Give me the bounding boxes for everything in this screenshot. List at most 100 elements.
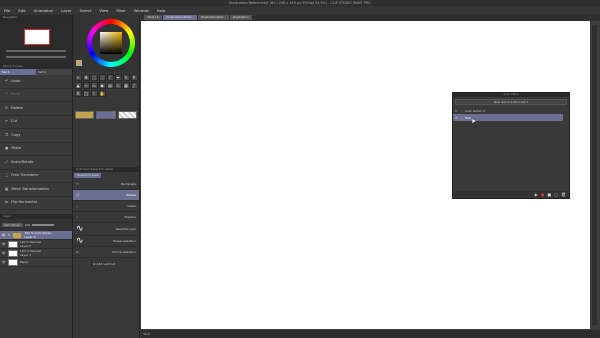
pencil-icon[interactable]: ✎ bbox=[122, 73, 130, 81]
main-color-chip[interactable] bbox=[76, 60, 82, 66]
subtool-lasso[interactable]: ◌ Lasso bbox=[73, 201, 139, 212]
trash-icon[interactable]: 🗑 bbox=[561, 192, 566, 197]
undo-icon: ↶ bbox=[5, 78, 9, 83]
canvas-tab[interactable]: Illustration(Ref... bbox=[198, 15, 229, 20]
chevron-right-icon[interactable]: › bbox=[461, 109, 462, 113]
saturation-square[interactable] bbox=[100, 32, 122, 54]
stop-icon[interactable]: ■ bbox=[547, 192, 551, 197]
subtool-selection-pen[interactable]: ∿ Selection pen bbox=[73, 223, 139, 236]
figure-icon[interactable]: ◇ bbox=[114, 81, 122, 89]
zoom-slider[interactable] bbox=[6, 50, 66, 52]
quick-access-undo[interactable]: ↶ Undo bbox=[0, 75, 72, 89]
fill-icon[interactable]: ◆ bbox=[98, 81, 106, 89]
layer-thumbnail bbox=[12, 231, 23, 239]
auto-action-item[interactable]: ☑ › Test bbox=[453, 114, 563, 121]
layer-row[interactable]: 👁 100 % Normal Layer 1 bbox=[0, 249, 72, 258]
auto-action-toolbar: ▶ ● ■ ▢ 🗑 bbox=[453, 191, 569, 198]
opacity-value[interactable]: 100 bbox=[25, 223, 31, 227]
subtool-erase-selection[interactable]: ∿ Erase selection bbox=[73, 236, 139, 247]
zoom-value[interactable]: 33.3 bbox=[143, 332, 150, 336]
quick-access-copy[interactable]: ❐ Copy bbox=[0, 129, 72, 143]
polyline-icon: ⟋ bbox=[76, 215, 79, 219]
transparent-swatch[interactable] bbox=[117, 111, 137, 119]
menu-window[interactable]: Window bbox=[134, 8, 149, 13]
new-action-icon[interactable]: ▢ bbox=[554, 192, 558, 197]
menu-help[interactable]: Help bbox=[157, 8, 166, 13]
zoom-icon[interactable]: ⌕ bbox=[74, 73, 82, 81]
main-color-swatch[interactable] bbox=[75, 111, 95, 119]
layer-row[interactable]: 👁 100 % Normal Layer 2 bbox=[0, 240, 72, 249]
checkbox-icon[interactable]: ☑ bbox=[455, 116, 458, 120]
vertical-scrollbar[interactable] bbox=[592, 25, 597, 325]
rotate-slider[interactable] bbox=[6, 56, 66, 58]
quick-access-set-2[interactable]: Set 2 bbox=[36, 69, 72, 75]
stroke-icon: ∿ bbox=[76, 236, 84, 246]
quick-access-delete[interactable]: ✕ Delete bbox=[0, 102, 72, 116]
tool-property-tabs: Selection area bbox=[73, 172, 139, 179]
text-icon[interactable]: A bbox=[74, 89, 82, 97]
blend-icon[interactable]: ≈ bbox=[82, 81, 90, 89]
menu-animation[interactable]: Animation bbox=[34, 8, 53, 13]
canvas-tab[interactable]: Illust (1) bbox=[144, 15, 163, 20]
correct-line-icon[interactable]: ⌇ bbox=[90, 89, 98, 97]
quick-access-cut[interactable]: ✂ Cut bbox=[0, 116, 72, 129]
tool-palette: ⌕ ✥ ⬚ ◌ ⁄ ✒ ✎ ♆ ▲ ≈ ▭ ◆ ▤ ◇ ▦ ╱ A ◯ ⌇ ✋ bbox=[73, 72, 139, 109]
layer-thumbnail bbox=[7, 258, 18, 266]
auto-action-header[interactable]: Auto Action bbox=[453, 93, 569, 97]
ruler-icon[interactable]: ╱ bbox=[130, 81, 138, 89]
chevron-right-icon[interactable]: › bbox=[461, 116, 462, 120]
menu-select[interactable]: Select bbox=[80, 8, 92, 13]
quick-access-flip[interactable]: ⇋ Flip Horizontal bbox=[0, 197, 72, 210]
layer-name: Layer 3 bbox=[24, 235, 36, 239]
canvas-tab[interactable]: Illustration(Refer... bbox=[163, 15, 198, 20]
play-icon[interactable]: ▶ bbox=[535, 192, 538, 197]
tab-selection-area[interactable]: Selection area bbox=[74, 173, 102, 178]
eye-icon[interactable]: 👁 bbox=[2, 260, 6, 264]
layer-row[interactable]: 👁 Paper bbox=[0, 258, 72, 267]
subtool-rectangle[interactable]: ▭ Rectangle bbox=[73, 179, 139, 190]
quick-access-mesh[interactable]: ▦ Mesh Transformation bbox=[0, 183, 72, 197]
blend-mode-select[interactable]: Add (Glow) bbox=[2, 223, 23, 227]
lasso-icon: ◌ bbox=[76, 204, 79, 208]
menu-filter[interactable]: Filter bbox=[116, 8, 125, 13]
menu-file[interactable]: File bbox=[4, 8, 10, 13]
subtool-ellipse[interactable]: ◯ Ellipse bbox=[73, 190, 139, 201]
layer-row[interactable]: 👁 ✎ 100 % Add (Glow) Layer 3 bbox=[0, 231, 72, 240]
subtool-shrink-selection[interactable]: ⊡ Shrink selection bbox=[73, 247, 139, 258]
menu-view[interactable]: View bbox=[99, 8, 108, 13]
layer-name: Layer 1 bbox=[19, 253, 32, 257]
delete-icon: ✕ bbox=[5, 105, 9, 110]
menu-edit[interactable]: Edit bbox=[18, 8, 25, 13]
add-subtool-button[interactable]: ⊕ Add sub tool bbox=[73, 258, 139, 266]
hand-icon[interactable]: ✋ bbox=[98, 89, 106, 97]
quick-access-scale-rotate[interactable]: ⤢ Scale/Rotate bbox=[0, 156, 72, 170]
auto-action-item[interactable]: ☑ › Auto action 1 bbox=[453, 107, 569, 114]
balloon-icon[interactable]: ◯ bbox=[82, 89, 90, 97]
eraser-icon[interactable]: ▭ bbox=[90, 81, 98, 89]
navigator-preview[interactable] bbox=[24, 29, 50, 45]
pen-icon[interactable]: ✒ bbox=[114, 73, 122, 81]
ellipse-icon: ◯ bbox=[76, 193, 80, 197]
opacity-slider[interactable] bbox=[32, 224, 55, 226]
lasso-icon[interactable]: ◌ bbox=[98, 73, 106, 81]
eye-icon[interactable]: 👁 bbox=[2, 251, 6, 255]
eye-icon[interactable]: 👁 bbox=[2, 242, 6, 246]
eyedropper-icon[interactable]: ⁄ bbox=[106, 73, 114, 81]
sub-color-swatch[interactable] bbox=[96, 111, 116, 119]
subtool-polyline[interactable]: ⟋ Polyline bbox=[73, 212, 139, 223]
auto-action-set-select[interactable]: New quick action set 1 bbox=[455, 99, 567, 105]
selection-icon[interactable]: ⬚ bbox=[90, 73, 98, 81]
frame-icon[interactable]: ▦ bbox=[122, 81, 130, 89]
brush-icon[interactable]: ♆ bbox=[130, 73, 138, 81]
eye-icon[interactable]: 👁 bbox=[2, 233, 6, 237]
move-icon[interactable]: ✥ bbox=[82, 73, 90, 81]
quick-access-free-transform[interactable]: ⬚ Free Transform bbox=[0, 170, 72, 183]
canvas-tab[interactable]: Illustration bbox=[229, 15, 252, 20]
checkbox-icon[interactable]: ☑ bbox=[455, 109, 458, 113]
gradient-icon[interactable]: ▤ bbox=[106, 81, 114, 89]
quick-access-paste[interactable]: ▣ Paste bbox=[0, 143, 72, 156]
record-icon[interactable]: ● bbox=[541, 192, 545, 197]
airbrush-icon[interactable]: ▲ bbox=[74, 81, 82, 89]
menu-layer[interactable]: Layer bbox=[61, 8, 72, 13]
quick-access-redo[interactable]: ↷ Redo bbox=[0, 89, 72, 102]
